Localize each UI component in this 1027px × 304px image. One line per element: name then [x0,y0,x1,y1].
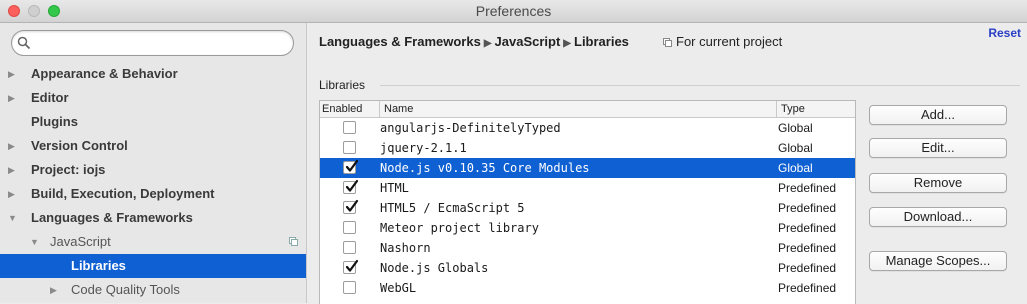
enabled-checkbox[interactable] [343,221,356,234]
library-type: Predefined [778,201,837,215]
sidebar-item-editor[interactable]: ▶ Editor [0,86,306,110]
scope-text: For current project [676,34,783,49]
library-type: Predefined [778,281,837,295]
library-name: Node.js v0.10.35 Core Modules [380,161,590,175]
sidebar-item-appearance-behavior[interactable]: ▶ Appearance & Behavior [0,62,306,86]
library-type: Predefined [778,221,837,235]
breadcrumb-item: Languages & Frameworks [319,34,481,49]
library-type: Global [778,161,813,175]
library-name: Node.js Globals [380,261,489,275]
enabled-checkbox[interactable] [343,121,356,134]
checkmark-icon [345,179,359,192]
project-scope-label: For current project [663,34,782,49]
table-row[interactable]: Nashorn Predefined [320,238,855,258]
breadcrumb-separator-icon: ▶ [563,38,571,49]
column-header-enabled[interactable]: Enabled [320,101,379,117]
settings-sidebar: ▶ Appearance & Behavior ▶ Editor Plugins… [0,23,307,303]
search-input[interactable] [36,34,290,54]
enabled-checkbox[interactable] [343,179,359,194]
breadcrumb-item: Libraries [574,34,629,49]
title-bar: Preferences [0,0,1027,23]
table-row[interactable]: Node.js v0.10.35 Core Modules Global [320,158,855,178]
library-name: WebGL [380,281,417,295]
enabled-checkbox[interactable] [343,141,356,154]
reset-link[interactable]: Reset [988,26,1021,40]
sidebar-item-plugins[interactable]: Plugins [0,110,306,134]
sidebar-item-code-quality-tools[interactable]: ▶ Code Quality Tools [0,278,306,302]
enabled-checkbox[interactable] [343,259,359,274]
table-row[interactable]: HTML Predefined [320,178,855,198]
expand-arrow-icon[interactable]: ▶ [8,182,15,206]
project-scope-icon [289,237,298,246]
library-type: Predefined [778,241,837,255]
table-row[interactable]: angularjs-DefinitelyTyped Global [320,118,855,138]
enabled-checkbox[interactable] [343,159,359,174]
breadcrumb: Languages & Frameworks ▶ JavaScript ▶ Librar… [319,34,629,49]
add-button[interactable]: Add... [869,105,1007,125]
sidebar-item-languages-frameworks[interactable]: ▼ Languages & Frameworks [0,206,306,230]
library-type: Global [778,141,813,155]
library-name: angularjs-DefinitelyTyped [380,121,561,135]
section-label: Libraries [319,78,366,92]
breadcrumb-separator-icon: ▶ [483,38,492,49]
enabled-checkbox[interactable] [343,281,356,294]
expand-arrow-icon[interactable]: ▶ [8,158,15,182]
expand-arrow-icon[interactable]: ▶ [8,134,15,158]
remove-button[interactable]: Remove [869,173,1007,193]
library-name: HTML5 / EcmaScript 5 [380,201,525,215]
manage-scopes-button[interactable]: Manage Scopes... [869,251,1007,271]
enabled-checkbox[interactable] [343,199,359,214]
breadcrumb-item: JavaScript [494,34,561,49]
column-header-name[interactable]: Name [379,101,776,117]
sidebar-item-libraries[interactable]: Libraries [0,254,306,278]
expand-arrow-icon[interactable]: ▶ [8,62,15,86]
checkmark-icon [345,199,359,212]
table-header: Enabled Name Type [320,101,855,118]
settings-content: Languages & Frameworks ▶ JavaScript ▶ Librar… [307,23,1027,304]
library-name: jquery-2.1.1 [380,141,467,155]
section-divider [380,85,1020,86]
library-name: Meteor project library [380,221,539,235]
enabled-checkbox[interactable] [343,241,356,254]
sidebar-item-project[interactable]: ▶ Project: iojs [0,158,306,182]
libraries-table[interactable]: Enabled Name Type angularjs-DefinitelyTy… [319,100,856,304]
edit-button[interactable]: Edit... [869,138,1007,158]
library-type: Predefined [778,181,837,195]
collapse-arrow-icon[interactable]: ▼ [8,206,17,230]
checkmark-icon [345,259,359,272]
search-icon [17,36,31,50]
table-row[interactable]: Node.js Globals Predefined [320,258,855,278]
expand-arrow-icon[interactable]: ▶ [8,86,15,110]
library-name: HTML [380,181,409,195]
library-type: Predefined [778,261,837,275]
table-row[interactable]: WebGL Predefined [320,278,855,298]
library-name: Nashorn [380,241,431,255]
expand-arrow-icon[interactable]: ▶ [50,278,57,302]
table-row[interactable]: Meteor project library Predefined [320,218,855,238]
project-scope-icon [663,38,672,47]
sidebar-item-version-control[interactable]: ▶ Version Control [0,134,306,158]
sidebar-item-javascript[interactable]: ▼ JavaScript [0,230,306,254]
sidebar-item-build-execution-deployment[interactable]: ▶ Build, Execution, Deployment [0,182,306,206]
window-title: Preferences [475,3,552,19]
collapse-arrow-icon[interactable]: ▼ [30,230,39,254]
table-row[interactable]: jquery-2.1.1 Global [320,138,855,158]
download-button[interactable]: Download... [869,207,1007,227]
checkmark-icon [345,159,359,172]
library-type: Global [778,121,813,135]
column-header-type[interactable]: Type [776,101,855,117]
search-field[interactable] [11,30,294,56]
table-row[interactable]: HTML5 / EcmaScript 5 Predefined [320,198,855,218]
